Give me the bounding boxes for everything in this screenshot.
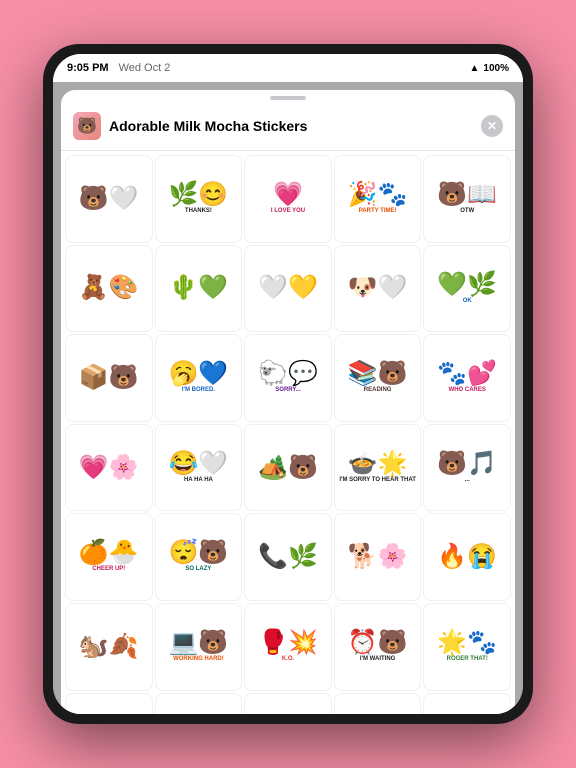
sticker-emoji: 🌟🐾 [437,631,497,655]
sticker-emoji: 💗🌸 [79,456,139,480]
sticker-emoji: 🐶🤍 [348,276,408,300]
sticker-emoji: 💗 [273,183,303,207]
sticker-emoji: 🐿️🍂 [79,635,139,659]
sticker-emoji: 🍊🐣 [79,541,139,565]
sticker-label: I'M SORRY TO HEAR THAT [339,477,416,484]
sticker-item[interactable]: 💕🐾 [423,693,511,714]
sticker-emoji: 🐑💬 [258,362,318,386]
sticker-emoji: 🌵💚 [169,276,229,300]
sticker-item[interactable]: 🐿️🍂 [65,603,153,691]
sticker-item[interactable]: 🔥😭 [423,513,511,601]
sticker-item[interactable]: 📦🐻 [65,334,153,422]
sticker-emoji: 🥊💥 [258,631,318,655]
sticker-label: CHEER UP! [92,566,125,573]
sticker-item[interactable]: ✨🐻PLEASE? [155,693,243,714]
close-button[interactable]: ✕ [481,115,503,137]
sticker-emoji: 📞🌿 [258,545,318,569]
sticker-item[interactable]: 🐑💬SORRY... [244,334,332,422]
sticker-label: SO LAZY [185,566,211,573]
sticker-label: SORRY... [275,387,300,394]
sticker-item[interactable]: 🌿😊THANKS! [155,155,243,243]
sticker-item[interactable]: 📞🌿 [244,513,332,601]
sticker-label: THANKS! [185,208,212,215]
sticker-item[interactable]: 🤍🐻 [244,693,332,714]
sticker-emoji: 💚🌿 [437,273,497,297]
modal-overlay: 🐻 Adorable Milk Mocha Stickers ✕ 🐻🤍 🌿😊THA… [53,82,523,714]
sticker-item[interactable]: ☀️🧡RELAX [65,693,153,714]
sticker-emoji: 🥱💙 [169,362,229,386]
sticker-item[interactable]: 🐻🎵... [423,424,511,512]
sticker-emoji: 💻🐻 [169,631,229,655]
sticker-item[interactable]: 🤍💛 [244,245,332,333]
sticker-item[interactable]: 💗🌸 [65,424,153,512]
sticker-emoji: 🐻🎵 [437,452,497,476]
sticker-emoji: 🏕️🐻 [258,456,318,480]
sticker-label: ROGER THAT! [447,656,488,663]
sticker-item[interactable]: 🐻📖OTW [423,155,511,243]
device-screen: 9:05 PM Wed Oct 2 ▲ 100% 🐻 Adorable Milk… [53,54,523,714]
device-frame: 9:05 PM Wed Oct 2 ▲ 100% 🐻 Adorable Milk… [43,44,533,724]
sticker-emoji: 🎉🐾 [348,183,408,207]
sticker-label: HA HA HA [184,477,213,484]
sticker-emoji: ⏰🐻 [348,631,408,655]
sticker-label: K.O. [282,656,294,663]
status-indicators: ▲ 100% [470,63,509,74]
sticker-item[interactable]: 🎉🐾PARTY TIME! [334,155,422,243]
sticker-item[interactable]: 🌵💚 [155,245,243,333]
sticker-item[interactable]: 💗I LOVE YOU [244,155,332,243]
sticker-item[interactable]: ⏰🐻I'M WAITING [334,603,422,691]
sticker-label: WORKING HARD! [173,656,224,663]
sticker-emoji: 😂🤍 [169,452,229,476]
sticker-item[interactable]: 💻🐻WORKING HARD! [155,603,243,691]
sticker-label: PARTY TIME! [359,208,397,215]
sticker-emoji: 📦🐻 [79,366,139,390]
sticker-item[interactable]: 🐶🤍 [334,245,422,333]
sticker-label: ... [465,477,470,484]
sticker-emoji: 🐾💕 [437,362,497,386]
sticker-item[interactable]: 🌟🐾ROGER THAT! [423,603,511,691]
status-time: 9:05 PM Wed Oct 2 [67,62,170,74]
sticker-item[interactable]: 🏕️🐻 [244,424,332,512]
status-bar: 9:05 PM Wed Oct 2 ▲ 100% [53,54,523,82]
app-icon: 🐻 [73,112,101,140]
sticker-item[interactable]: 🐾💕WHO CARES [423,334,511,422]
sticker-emoji: 🤍💛 [258,276,318,300]
sticker-modal: 🐻 Adorable Milk Mocha Stickers ✕ 🐻🤍 🌿😊THA… [61,90,515,714]
sticker-emoji: 🌿😊 [169,183,229,207]
sticker-emoji: 🐻📖 [437,183,497,207]
sticker-label: OK [463,298,472,305]
sticker-item[interactable]: 🥊💥K.O. [244,603,332,691]
sticker-item[interactable]: 😂🤍HA HA HA [155,424,243,512]
sticker-label: WHO CARES [449,387,486,394]
sticker-label: READING [364,387,392,394]
sticker-item[interactable]: 🧸🎨 [65,245,153,333]
wifi-icon: ▲ [470,63,480,74]
sticker-grid: 🐻🤍🌿😊THANKS!💗I LOVE YOU🎉🐾PARTY TIME!🐻📖OTW… [61,151,515,714]
sticker-item[interactable]: 🐕🌸 [334,513,422,601]
sticker-item[interactable]: 🐻🤍 [65,155,153,243]
sticker-emoji: 🍲🌟 [348,452,408,476]
sticker-label: I'M WAITING [360,656,395,663]
modal-header: 🐻 Adorable Milk Mocha Stickers ✕ [61,102,515,151]
sticker-item[interactable]: 🥱💙I'M BORED. [155,334,243,422]
drag-handle [270,96,306,100]
sticker-item[interactable]: 🍲🌟I'M SORRY TO HEAR THAT [334,424,422,512]
modal-title: Adorable Milk Mocha Stickers [109,118,481,134]
sticker-emoji: 🔥😭 [437,545,497,569]
sticker-item[interactable]: 😴🐻SO LAZY [155,513,243,601]
sticker-emoji: 📚🐻 [348,362,408,386]
sticker-item[interactable]: 🍊🐣CHEER UP! [65,513,153,601]
sticker-emoji: 🐻🤍 [79,187,139,211]
sticker-emoji: 😴🐻 [169,541,229,565]
sticker-item[interactable]: 💚🌿OK [423,245,511,333]
sticker-emoji: 🐕🌸 [348,545,408,569]
sticker-label: I LOVE YOU [271,208,305,215]
sticker-item[interactable]: 📚🐻READING [334,334,422,422]
sticker-label: I'M BORED. [182,387,215,394]
sticker-item[interactable]: 💙🐻 [334,693,422,714]
sticker-emoji: 🧸🎨 [79,276,139,300]
sticker-label: OTW [460,208,474,215]
